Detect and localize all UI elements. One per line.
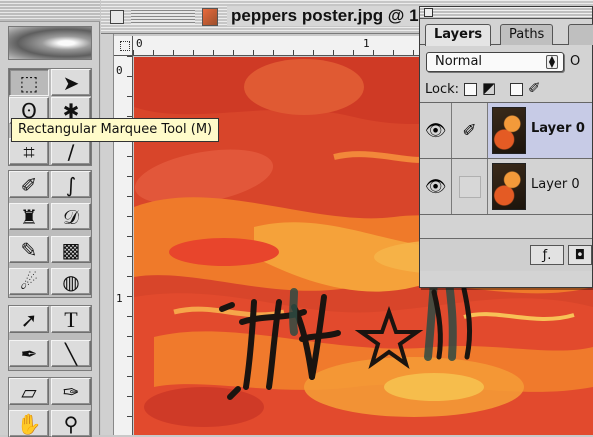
eraser-tool[interactable]: ✎ (9, 236, 49, 263)
slice-icon: ∕ (67, 139, 75, 164)
layer-mask-button[interactable]: ◘ (568, 245, 592, 265)
layers-palette: Layers Paths Normal ▲ ▼ O Lock: ◩ ✐ 👁 ✐ L… (419, 6, 593, 288)
layer-name: Layer 0 (531, 177, 580, 192)
toolbox: ⬚ ➤ ʘ ✱ ⌗ ∕ ✐ ∫ ♜ 𝒟 ✎ ▩ ☄ ◍ ➚ T ✒ ╲ ▱ ✑ … (0, 0, 100, 437)
tab-layers[interactable]: Layers (425, 24, 492, 46)
layer-style-icon: ƒ. (542, 247, 552, 263)
palette-footer: ƒ. ◘ (420, 239, 592, 271)
tab-channels[interactable] (568, 24, 593, 45)
stamp-icon: ♜ (20, 204, 38, 229)
crop-tool[interactable]: ⌗ (9, 138, 49, 165)
layer-row[interactable]: 👁 Layer 0 (420, 159, 592, 215)
layer-thumbnail (492, 163, 526, 210)
layers-empty-area (420, 215, 592, 239)
healing-brush-tool[interactable]: ✐ (9, 171, 49, 198)
brush-icon: ∫ (65, 172, 77, 197)
layer-row[interactable]: 👁 ✐ Layer 0 (420, 103, 592, 159)
path-selection-tool[interactable]: ➚ (9, 306, 49, 333)
opacity-label: O (570, 54, 581, 69)
move-tool[interactable]: ➤ (51, 69, 91, 96)
crop-icon: ⌗ (23, 139, 35, 164)
eyedropper-icon: ✑ (62, 379, 80, 404)
eraser-icon: ✎ (20, 237, 38, 262)
dodge-icon: ◍ (62, 269, 80, 294)
clone-stamp-tool[interactable]: ♜ (9, 203, 49, 230)
blend-mode-select[interactable]: Normal ▲ ▼ (426, 52, 564, 72)
gradient-icon: ▩ (61, 237, 81, 262)
title-bar-grip[interactable] (131, 10, 195, 24)
hand-icon: ✋ (16, 411, 42, 436)
toolbox-title-bar[interactable] (0, 0, 100, 22)
ruler-label: 0 (136, 37, 143, 50)
transparency-grid-icon: ◩ (482, 79, 497, 97)
layer-thumbnail (492, 107, 526, 154)
blend-mode-value: Normal (435, 54, 483, 69)
vertical-ruler[interactable]: 0 1 (114, 56, 133, 435)
marquee-icon: ⬚ (19, 70, 39, 95)
ruler-label: 1 (363, 37, 370, 50)
rectangular-marquee-tool[interactable]: ⬚ (9, 69, 49, 96)
pen-icon: ✒ (20, 341, 38, 366)
lock-pixels-checkbox[interactable] (510, 83, 523, 96)
lock-row: Lock: ◩ ✐ (420, 75, 592, 103)
dodge-tool[interactable]: ◍ (51, 268, 91, 295)
ruler-label: 1 (116, 292, 123, 305)
empty-link-box (458, 175, 481, 198)
slice-tool[interactable]: ∕ (51, 138, 91, 165)
ruler-label: 0 (116, 64, 123, 77)
photoshop-logo-icon[interactable] (8, 26, 92, 60)
lock-label: Lock: (425, 82, 460, 97)
arrow-icon: ➚ (20, 307, 38, 332)
type-tool[interactable]: T (51, 306, 91, 333)
eye-icon[interactable]: 👁 (420, 159, 452, 214)
notes-tool[interactable]: ▱ (9, 378, 49, 405)
brush-lock-icon: ✐ (528, 79, 541, 97)
brush-tool[interactable]: ∫ (51, 171, 91, 198)
zoom-tool[interactable]: ⚲ (51, 410, 91, 437)
ruler-origin-icon[interactable] (114, 36, 133, 56)
select-arrows-icon: ▲ ▼ (546, 55, 558, 69)
history-brush-icon: 𝒟 (63, 204, 79, 229)
lock-transparency-checkbox[interactable] (464, 83, 477, 96)
eye-icon[interactable]: 👁 (420, 103, 452, 158)
link-cell[interactable] (452, 159, 488, 214)
document-title: peppers poster.jpg @ 1 (227, 6, 423, 26)
tab-paths[interactable]: Paths (500, 24, 554, 45)
gradient-tool[interactable]: ▩ (51, 236, 91, 263)
layer-label-area[interactable]: Layer 0 (488, 103, 592, 158)
blur-icon: ☄ (20, 269, 38, 294)
paintbrush-icon[interactable]: ✐ (452, 103, 488, 158)
jpeg-file-icon (202, 8, 218, 26)
move-icon: ➤ (62, 70, 80, 95)
history-brush-tool[interactable]: 𝒟 (51, 203, 91, 230)
layer-name: Layer 0 (531, 121, 585, 136)
palette-title-bar[interactable] (420, 7, 592, 19)
palette-tabs: Layers Paths (420, 19, 593, 46)
pen-tool[interactable]: ✒ (9, 340, 49, 367)
palette-close-icon[interactable] (424, 8, 433, 17)
hand-tool[interactable]: ✋ (9, 410, 49, 437)
line-tool[interactable]: ╲ (51, 340, 91, 367)
notes-icon: ▱ (21, 379, 37, 404)
layer-style-button[interactable]: ƒ. (530, 245, 564, 265)
blend-mode-row: Normal ▲ ▼ O (420, 45, 592, 75)
document-window-edge (101, 34, 114, 435)
layer-label-area[interactable]: Layer 0 (488, 159, 592, 214)
line-icon: ╲ (64, 341, 78, 366)
type-icon: T (64, 306, 78, 332)
eyedropper-tool[interactable]: ✑ (51, 378, 91, 405)
healing-brush-icon: ✐ (20, 172, 38, 197)
tool-tooltip: Rectangular Marquee Tool (M) (11, 118, 220, 142)
close-box-icon[interactable] (110, 10, 124, 24)
blur-tool[interactable]: ☄ (9, 268, 49, 295)
zoom-icon: ⚲ (63, 411, 79, 436)
mask-icon: ◘ (574, 247, 586, 263)
